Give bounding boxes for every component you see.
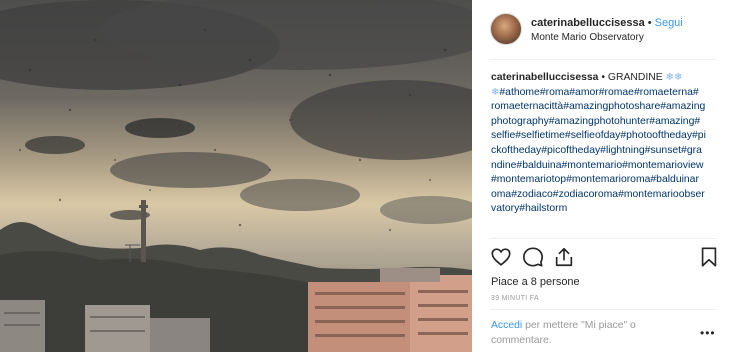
caption-hashtags-line[interactable]: romaeternacittà#amazingphotoshare#amazin… — [491, 100, 717, 115]
separator-dot: • — [647, 17, 652, 29]
caption-hashtags-line[interactable]: ckoftheday#picoftheday#lightning#sunset#… — [491, 144, 717, 159]
follow-button[interactable]: Segui — [655, 17, 683, 29]
comment-icon — [523, 247, 543, 267]
like-button[interactable] — [490, 246, 512, 268]
save-button[interactable] — [698, 246, 720, 268]
caption-hashtags-line[interactable]: vatory#hailstorm — [491, 202, 717, 217]
share-button[interactable] — [553, 246, 575, 268]
share-icon — [555, 247, 573, 267]
post-header: caterinabelluccisessa • Segui Monte Mario … — [490, 13, 720, 47]
username-link[interactable]: caterinabelluccisessa — [531, 17, 645, 29]
action-bar — [490, 246, 720, 270]
snowflake-icon: ❄❄ — [665, 72, 683, 83]
heart-icon — [491, 248, 511, 266]
post-sidebar: caterinabelluccisessa • Segui Monte Mario … — [472, 0, 735, 352]
user-line: caterinabelluccisessa • Segui — [531, 17, 683, 29]
avatar[interactable] — [490, 13, 522, 45]
caption-username[interactable]: caterinabelluccisessa — [491, 72, 598, 83]
login-prompt: Accedi per mettere "Mi piace" o commenta… — [491, 318, 691, 348]
caption-hashtags-line[interactable]: #montemariotop#montemarioroma#balduinar — [491, 173, 717, 188]
likes-count[interactable]: Piace a 8 persone — [491, 276, 580, 288]
more-options-icon[interactable]: ••• — [700, 326, 716, 340]
caption-hashtags-line[interactable]: photography#amazingphotohunter#amazing# — [491, 115, 717, 130]
comment-button[interactable] — [522, 246, 544, 268]
caption-hashtags-line[interactable]: oma#zodiaco#zodiacoroma#montemarioobser — [491, 188, 717, 203]
caption-title: GRANDINE — [607, 72, 663, 83]
caption-hashtags-line[interactable]: ndine#balduina#montemario#montemarioview — [491, 159, 717, 174]
post-timestamp[interactable]: 39 MINUTI FA — [491, 295, 539, 302]
divider — [490, 309, 717, 310]
post-photo[interactable] — [0, 0, 472, 352]
post-caption: caterinabelluccisessa • GRANDINE ❄❄ ❄#at… — [491, 71, 717, 217]
storm-sky-image — [0, 0, 472, 352]
caption-hashtags-line[interactable]: ❄#athome#roma#amor#romae#romaeterna# — [491, 86, 717, 101]
login-link[interactable]: Accedi — [491, 320, 522, 331]
caption-hashtags-line[interactable]: selfie#selfietime#selfieofday#photoofthe… — [491, 129, 717, 144]
bookmark-icon — [701, 247, 717, 267]
location-link[interactable]: Monte Mario Observatory — [531, 32, 644, 43]
divider — [490, 59, 717, 60]
divider — [490, 238, 717, 239]
